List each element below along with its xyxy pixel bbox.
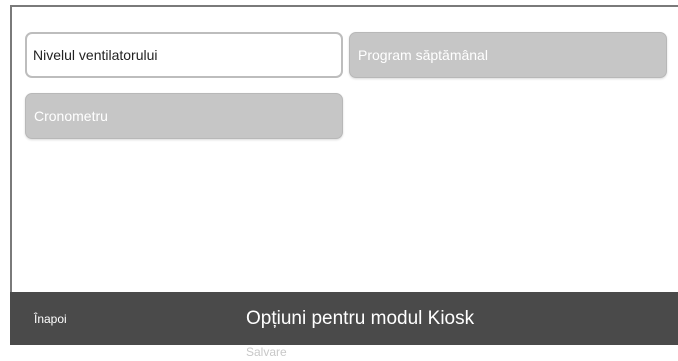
top-border: [10, 5, 678, 7]
fan-level-button[interactable]: Nivelul ventilatorului: [25, 32, 343, 78]
timer-label: Cronometru: [34, 108, 108, 124]
back-button[interactable]: Înapoi: [34, 312, 67, 326]
kiosk-options-screen: Nivelul ventilatorului Program săptămâna…: [0, 0, 678, 361]
timer-button[interactable]: Cronometru: [25, 93, 343, 139]
weekly-program-button[interactable]: Program săptămânal: [349, 32, 667, 78]
weekly-program-label: Program săptămânal: [358, 47, 488, 63]
bottom-bar: Înapoi Opțiuni pentru modul Kiosk: [10, 292, 678, 345]
left-border: [10, 5, 12, 292]
fan-level-label: Nivelul ventilatorului: [33, 47, 158, 63]
save-button[interactable]: Salvare: [246, 345, 287, 359]
page-title: Opțiuni pentru modul Kiosk: [246, 308, 475, 329]
